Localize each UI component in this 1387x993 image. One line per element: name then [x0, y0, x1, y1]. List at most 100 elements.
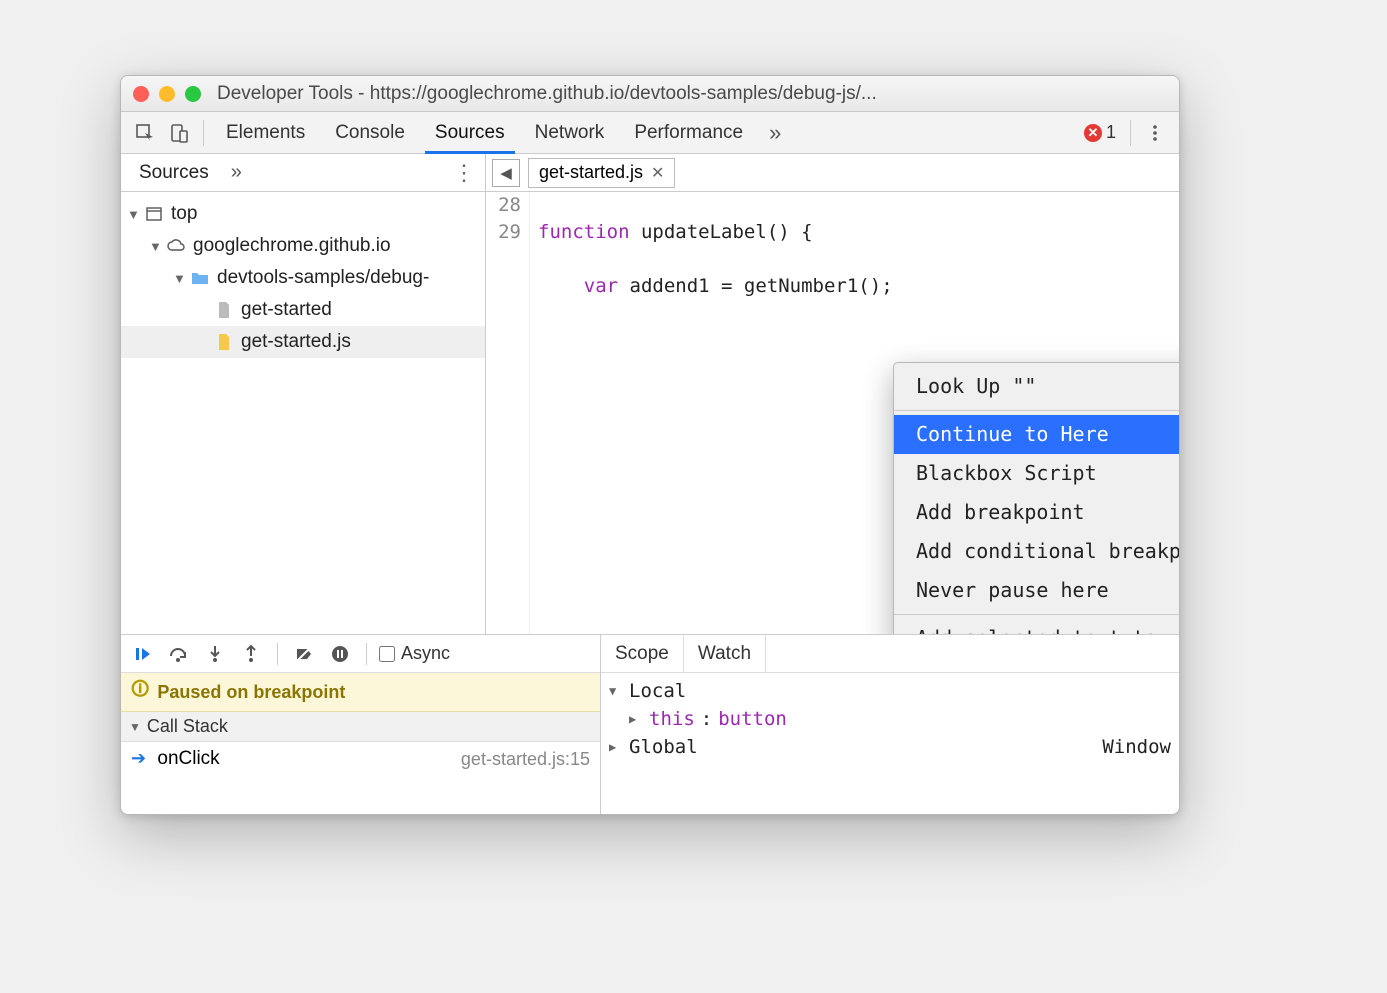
tree-file-html[interactable]: get-started	[121, 294, 485, 326]
inspect-icon[interactable]	[129, 117, 161, 149]
tab-network[interactable]: Network	[521, 112, 619, 153]
context-menu-blackbox[interactable]: Blackbox Script	[894, 454, 1179, 493]
paused-status-bar: 🛈 Paused on breakpoint	[121, 673, 600, 712]
cloud-icon	[165, 238, 187, 254]
step-out-button[interactable]	[237, 640, 265, 668]
async-label: Async	[401, 643, 450, 664]
debugger-panels: Async 🛈 Paused on breakpoint ▼ Call Stac…	[121, 634, 1179, 814]
error-icon: ✕	[1084, 124, 1102, 142]
chevron-right-icon	[629, 705, 643, 733]
chevron-down-icon: ▼	[173, 271, 189, 286]
step-over-button[interactable]	[165, 640, 193, 668]
editor-tab-bar: ◀ get-started.js ✕	[486, 154, 1179, 192]
async-checkbox[interactable]: Async	[379, 643, 450, 664]
line-number: 29	[486, 219, 521, 246]
folder-icon	[189, 270, 211, 286]
deactivate-breakpoints-button[interactable]	[290, 640, 318, 668]
async-checkbox-input[interactable]	[379, 646, 395, 662]
resume-button[interactable]	[129, 640, 157, 668]
scope-tab[interactable]: Scope	[601, 635, 684, 672]
callstack-frame-location: get-started.js:15	[461, 749, 590, 770]
js-file-icon	[213, 333, 235, 351]
paused-message: Paused on breakpoint	[157, 682, 345, 703]
scope-local[interactable]: Local	[609, 677, 1171, 705]
tab-console[interactable]: Console	[321, 112, 419, 153]
window-title: Developer Tools - https://googlechrome.g…	[217, 83, 877, 105]
tree-file-html-label: get-started	[241, 299, 332, 321]
frame-icon	[143, 205, 165, 223]
tab-divider	[203, 120, 204, 146]
error-count-badge[interactable]: ✕ 1	[1078, 122, 1122, 143]
titlebar: Developer Tools - https://googlechrome.g…	[121, 76, 1179, 112]
devtools-window: Developer Tools - https://googlechrome.g…	[120, 75, 1180, 815]
close-window-button[interactable]	[133, 86, 149, 102]
more-tabs-button[interactable]: »	[759, 120, 791, 146]
editor-file-tab[interactable]: get-started.js ✕	[528, 158, 675, 188]
scope-local-label: Local	[629, 677, 686, 705]
tree-file-js[interactable]: get-started.js	[121, 326, 485, 358]
chevron-down-icon: ▼	[149, 239, 165, 254]
chevron-right-icon	[609, 733, 623, 761]
pause-on-exceptions-button[interactable]	[326, 640, 354, 668]
kebab-menu-button[interactable]	[1139, 117, 1171, 149]
sidebar-tab-sources[interactable]: Sources	[127, 154, 221, 191]
document-icon	[213, 301, 235, 319]
device-toggle-icon[interactable]	[163, 117, 195, 149]
warning-icon: 🛈	[131, 677, 149, 707]
toolbar-separator	[277, 643, 278, 665]
code-editor[interactable]: 28 29 function updateLabel() { var adden…	[486, 192, 1179, 634]
context-menu-add-watches[interactable]: Add selected text to watches	[894, 619, 1179, 634]
sidebar-more-tabs[interactable]: »	[221, 161, 252, 184]
tree-domain-label: googlechrome.github.io	[193, 235, 391, 257]
editor-pane: ◀ get-started.js ✕ 28 29	[486, 154, 1179, 634]
error-count: 1	[1106, 122, 1116, 143]
line-gutter: 28 29	[486, 192, 530, 634]
scope-global-label: Global	[629, 733, 698, 761]
scope-body: Local this: button Global Window	[601, 673, 1179, 814]
main-tab-bar: Elements Console Sources Network Perform…	[121, 112, 1179, 154]
step-into-button[interactable]	[201, 640, 229, 668]
context-menu-separator	[894, 614, 1179, 615]
context-menu-lookup[interactable]: Look Up ""	[894, 367, 1179, 406]
editor-file-tab-label: get-started.js	[539, 162, 643, 183]
workspace: Sources » ⋮ ▼ top ▼ googlechrome.	[121, 154, 1179, 634]
tab-elements[interactable]: Elements	[212, 112, 319, 153]
watch-tab[interactable]: Watch	[684, 635, 766, 672]
tab-sources[interactable]: Sources	[421, 112, 519, 153]
tree-top-label: top	[171, 203, 197, 225]
tree-domain[interactable]: ▼ googlechrome.github.io	[121, 230, 485, 262]
current-frame-icon: ➔	[131, 748, 146, 768]
context-menu: Look Up "" Continue to Here Blackbox Scr…	[893, 362, 1179, 634]
callstack-header-label: Call Stack	[147, 716, 228, 737]
tab-divider-right	[1130, 120, 1131, 146]
scope-this-label: this	[649, 705, 695, 733]
tree-folder[interactable]: ▼ devtools-samples/debug-	[121, 262, 485, 294]
toggle-navigator-button[interactable]: ◀	[492, 159, 520, 187]
close-tab-icon[interactable]: ✕	[651, 163, 664, 183]
sidebar-kebab-button[interactable]: ⋮	[443, 160, 485, 186]
debugger-left-panel: Async 🛈 Paused on breakpoint ▼ Call Stac…	[121, 635, 601, 814]
context-menu-never-pause[interactable]: Never pause here	[894, 571, 1179, 610]
sidebar-tab-bar: Sources » ⋮	[121, 154, 485, 192]
maximize-window-button[interactable]	[185, 86, 201, 102]
chevron-down-icon	[609, 677, 623, 705]
tree-top[interactable]: ▼ top	[121, 198, 485, 230]
scope-global[interactable]: Global Window	[609, 733, 1171, 761]
context-menu-continue-here[interactable]: Continue to Here	[894, 415, 1179, 454]
tab-performance[interactable]: Performance	[620, 112, 757, 153]
line-number: 28	[486, 192, 521, 219]
context-menu-add-conditional[interactable]: Add conditional breakpoint...	[894, 532, 1179, 571]
sources-sidebar: Sources » ⋮ ▼ top ▼ googlechrome.	[121, 154, 486, 634]
callstack-frame[interactable]: ➔ onClick get-started.js:15	[121, 742, 600, 776]
callstack-header[interactable]: ▼ Call Stack	[121, 712, 600, 742]
file-tree: ▼ top ▼ googlechrome.github.io ▼	[121, 192, 485, 634]
chevron-down-icon: ▼	[127, 207, 143, 222]
traffic-lights	[133, 86, 201, 102]
toolbar-separator	[366, 643, 367, 665]
scope-tab-bar: Scope Watch	[601, 635, 1179, 673]
scope-global-value: Window	[1102, 733, 1171, 761]
context-menu-add-breakpoint[interactable]: Add breakpoint	[894, 493, 1179, 532]
debugger-toolbar: Async	[121, 635, 600, 673]
minimize-window-button[interactable]	[159, 86, 175, 102]
scope-this[interactable]: this: button	[609, 705, 1171, 733]
